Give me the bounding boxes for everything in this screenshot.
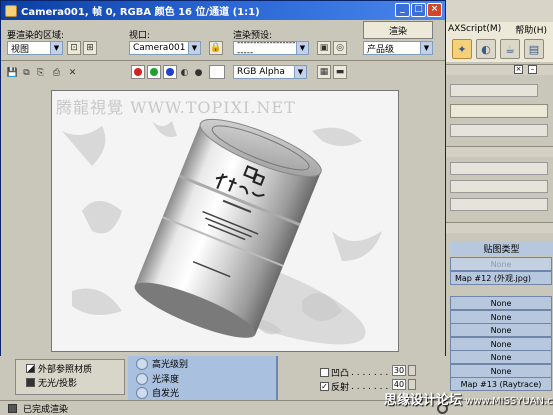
material-icon: [26, 378, 35, 387]
map-slot-button[interactable]: None: [450, 310, 552, 324]
mono-icon[interactable]: ●: [193, 67, 204, 78]
blue-dot-icon: [166, 68, 174, 76]
map-slot-button[interactable]: Map #12 (外观.jpg): [450, 271, 552, 285]
render-mode-dropdown[interactable]: 产品级 ▼: [363, 41, 433, 55]
divider: [1, 60, 445, 61]
menu-help[interactable]: 帮助(H): [515, 23, 547, 36]
map-slot-button[interactable]: None: [450, 337, 552, 351]
window-titlebar[interactable]: Camera001, 帧 0, RGBA 颜色 16 位/通道 (1:1): [1, 1, 445, 20]
red-dot-icon: [134, 68, 142, 76]
hierarchy-tab-icon[interactable]: ▤: [524, 39, 544, 59]
chevron-down-icon: ▼: [50, 42, 62, 54]
list-item[interactable]: 自发光: [136, 386, 179, 399]
amount-spinner[interactable]: 30: [392, 365, 406, 376]
teapot-icon[interactable]: ☕: [500, 39, 520, 59]
modify-tab-icon[interactable]: ◐: [476, 39, 496, 59]
panel-row: [446, 146, 553, 157]
radio-icon: [136, 372, 148, 385]
command-panel-tabs: ✦ ◐ ☕ ▤: [446, 36, 553, 62]
map-slot-button[interactable]: None: [450, 296, 552, 310]
map-slot-button[interactable]: None: [450, 364, 552, 378]
param-field[interactable]: [450, 198, 548, 211]
material-type-dropdown[interactable]: [450, 104, 548, 118]
preset-dropdown[interactable]: -------------------------- ▼: [233, 38, 309, 58]
green-channel-toggle[interactable]: [147, 65, 161, 79]
close-icon[interactable]: ×: [514, 65, 523, 74]
copy-icon[interactable]: ⧉: [21, 67, 32, 78]
canvas-watermark: 腾龍視覺 WWW.TOPIXI.NET: [56, 98, 296, 117]
menu-maxscript[interactable]: AXScript(M): [448, 24, 501, 34]
material-icon: [26, 364, 35, 373]
save-icon[interactable]: 💾: [7, 67, 18, 78]
status-icon: [8, 403, 17, 413]
reflection-checkbox-row[interactable]: ✓ 反射 . . . . . . .: [320, 380, 388, 393]
print-icon[interactable]: ⎙: [51, 67, 62, 78]
app-icon: [5, 4, 17, 17]
spinner-arrows[interactable]: [408, 365, 416, 376]
radio-icon: [136, 386, 148, 399]
viewport-label: 视口:: [129, 31, 151, 41]
shader-field[interactable]: [450, 124, 548, 137]
param-field[interactable]: [450, 180, 548, 193]
minimize-icon[interactable]: –: [528, 65, 537, 74]
material-name-field[interactable]: [450, 84, 538, 97]
red-channel-toggle[interactable]: [131, 65, 145, 79]
list-item[interactable]: 外部参照材质: [26, 362, 92, 375]
panel-row: × –: [446, 64, 553, 75]
channel-dropdown[interactable]: RGB Alpha ▼: [233, 65, 307, 79]
list-item[interactable]: 无光/投影: [26, 376, 77, 389]
render-button[interactable]: 渲染: [363, 21, 433, 39]
map-slot-button[interactable]: None: [450, 257, 552, 271]
param-field[interactable]: [450, 162, 548, 175]
create-tab-icon[interactable]: ✦: [452, 39, 472, 59]
auto-region-icon[interactable]: ⊞: [83, 41, 97, 55]
close-button[interactable]: ×: [427, 3, 442, 17]
alpha-channel-icon[interactable]: ◐: [179, 67, 190, 78]
minimize-button[interactable]: _: [395, 3, 410, 17]
rendered-frame-window: Camera001, 帧 0, RGBA 颜色 16 位/通道 (1:1) _ …: [0, 0, 446, 356]
chevron-down-icon: ▼: [296, 42, 308, 54]
blue-channel-toggle[interactable]: [163, 65, 177, 79]
chevron-down-icon: ▼: [188, 42, 200, 54]
bump-checkbox-row[interactable]: 凹凸 . . . . . . .: [320, 366, 388, 379]
lock-icon[interactable]: 🔒: [209, 41, 223, 55]
edit-region-icon[interactable]: ⊡: [67, 41, 81, 55]
render-area-dropdown[interactable]: 视图 ▼: [7, 41, 63, 55]
checkbox[interactable]: [320, 368, 329, 377]
panel-row: [446, 222, 553, 233]
map-slot-button[interactable]: None: [450, 323, 552, 337]
list-item[interactable]: 光泽度: [136, 372, 179, 385]
chevron-down-icon: ▼: [294, 66, 306, 78]
render-area-label: 要渲染的区域:: [7, 31, 65, 41]
map-type-header: 贴图类型: [450, 241, 553, 255]
green-dot-icon: [150, 68, 158, 76]
maximize-button[interactable]: □: [411, 3, 426, 17]
checkbox[interactable]: ✓: [320, 382, 329, 391]
chevron-down-icon: ▼: [420, 42, 432, 54]
list-item[interactable]: 高光级别: [136, 357, 188, 370]
environment-icon[interactable]: ◎: [333, 41, 347, 55]
status-text: 已完成渲染: [23, 404, 69, 415]
main-menu-bar: AXScript(M) 帮助(H): [446, 22, 553, 36]
map-slot-button[interactable]: None: [450, 350, 552, 364]
scrollbar[interactable]: [276, 356, 278, 402]
clear-icon[interactable]: ✕: [67, 67, 78, 78]
forum-watermark: 思缘设计论坛 www.MISSYUAN.com: [384, 393, 553, 408]
clone-icon[interactable]: ⎘: [35, 67, 46, 78]
display-toggle-icon[interactable]: ▦: [317, 65, 331, 79]
radio-icon: [136, 357, 148, 370]
viewport-dropdown[interactable]: Camera001 ▼: [129, 41, 201, 55]
tea-can-render: [62, 118, 382, 345]
channel-display-icon[interactable]: ▬: [333, 65, 347, 79]
render-setup-icon[interactable]: ▣: [317, 41, 331, 55]
rendered-image: 腾龍視覺 WWW.TOPIXI.NET: [51, 90, 399, 352]
color-swatch[interactable]: [209, 65, 225, 79]
window-title: Camera001, 帧 0, RGBA 颜色 16 位/通道 (1:1): [21, 7, 260, 18]
